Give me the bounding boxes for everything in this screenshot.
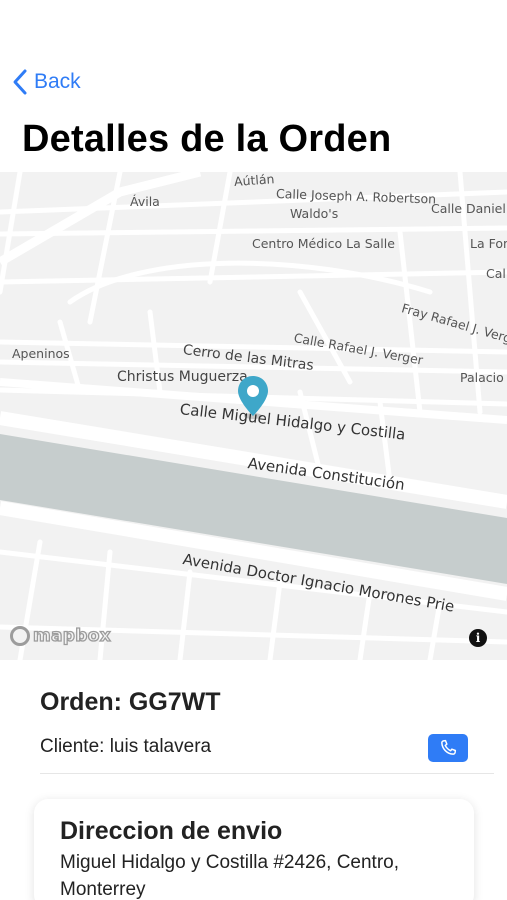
shipping-address: Miguel Hidalgo y Costilla #2426, Centro,… [60, 852, 400, 900]
map-label: Waldo's [290, 206, 339, 221]
map-label: Call [486, 266, 507, 281]
page-title: Detalles de la Orden [22, 118, 392, 160]
phone-icon [441, 739, 457, 755]
info-icon[interactable]: i [469, 629, 487, 647]
chevron-left-icon [13, 69, 27, 95]
client-name: Cliente: luis talavera [40, 736, 212, 757]
client-row: Cliente: luis talavera [40, 734, 494, 774]
map-label: La Fon [470, 236, 507, 251]
map-label: Palacio [460, 370, 504, 385]
back-button[interactable]: Back [12, 68, 81, 96]
mapbox-logo-icon [10, 626, 30, 646]
map-label: Ávila [130, 194, 160, 209]
shipping-address-card: Direccion de envio Miguel Hidalgo y Cost… [34, 799, 474, 900]
map-view[interactable]: Aútlán Calle Joseph A. Robertson Ávila W… [0, 172, 507, 660]
map-label: Calle Daniel Z [431, 201, 507, 216]
map-label: Aútlán [233, 172, 275, 189]
map-label: Centro Médico La Salle [252, 236, 395, 251]
mapbox-logo-text: mapbox [32, 625, 111, 646]
mapbox-logo[interactable]: mapbox [10, 625, 111, 647]
map-label: Apeninos [12, 346, 70, 361]
call-button[interactable] [428, 734, 468, 762]
map-label: Christus Muguerza [117, 369, 248, 385]
back-button-label: Back [34, 70, 81, 93]
order-id: Orden: GG7WT [40, 688, 221, 716]
map-pin-icon[interactable] [235, 374, 271, 420]
shipping-title: Direccion de envio [60, 817, 283, 845]
